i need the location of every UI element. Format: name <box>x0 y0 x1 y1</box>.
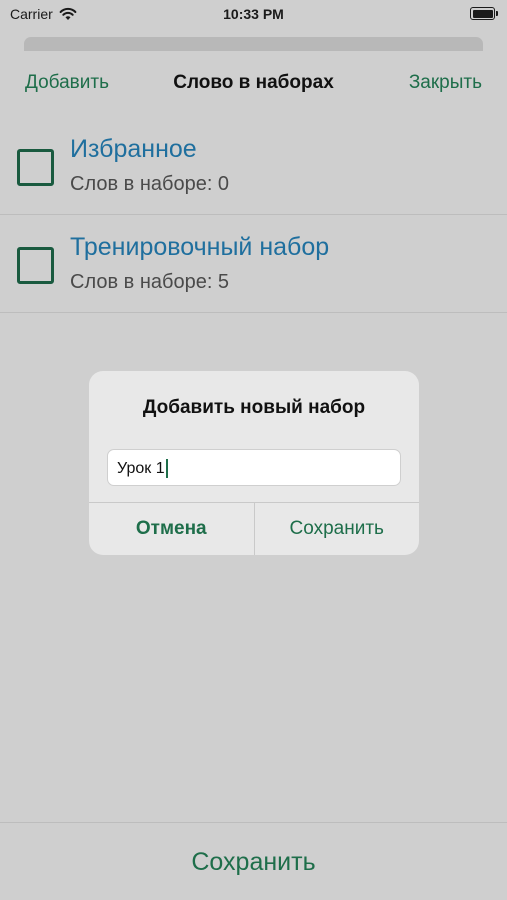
set-word-count: Слов в наборе: 0 <box>70 173 230 195</box>
sheet-grabber <box>24 37 483 51</box>
status-bar: Carrier 10:33 PM <box>0 0 507 28</box>
set-name: Избранное <box>70 135 197 163</box>
set-name-input-value: Урок 1 <box>117 459 165 477</box>
checkbox[interactable] <box>17 247 54 284</box>
status-time: 10:33 PM <box>223 6 284 22</box>
sets-list: Избранное Слов в наборе: 0 Тренировочный… <box>0 117 507 313</box>
bottom-toolbar: Сохранить <box>0 822 507 900</box>
dialog-actions: Отмена Сохранить <box>89 502 419 555</box>
set-word-count: Слов в наборе: 5 <box>70 271 230 293</box>
list-item[interactable]: Избранное Слов в наборе: 0 <box>0 117 507 215</box>
list-item[interactable]: Тренировочный набор Слов в наборе: 5 <box>0 215 507 313</box>
cancel-button[interactable]: Отмена <box>89 503 255 555</box>
save-button[interactable]: Сохранить <box>0 848 507 877</box>
battery-icon <box>470 7 498 20</box>
set-name: Тренировочный набор <box>70 233 330 261</box>
text-caret <box>165 459 168 478</box>
dialog-title: Добавить новый набор <box>142 397 366 418</box>
dialog-save-button[interactable]: Сохранить <box>255 503 420 555</box>
checkbox[interactable] <box>17 149 54 186</box>
close-button[interactable]: Закрыть <box>409 72 482 94</box>
set-name-input[interactable]: Урок 1 <box>107 449 401 486</box>
add-set-dialog: Добавить новый набор Урок 1 Отмена Сохра… <box>89 371 419 555</box>
